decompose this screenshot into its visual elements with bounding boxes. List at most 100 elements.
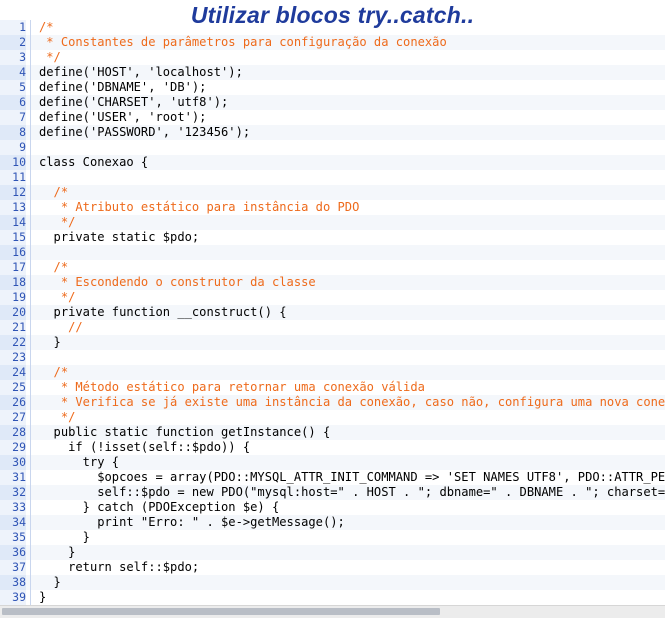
code-text: * Constantes de parâmetros para configur…: [39, 35, 447, 49]
code-text: define('USER', 'root');: [39, 110, 207, 124]
line-number: 21: [0, 320, 26, 335]
code-text: * Atributo estático para instância do PD…: [39, 200, 360, 214]
code-line: 13 * Atributo estático para instância do…: [0, 200, 665, 215]
code-text: /*: [39, 20, 54, 34]
line-number: 39: [0, 590, 26, 605]
line-number: 11: [0, 170, 26, 185]
code-line: 27 */: [0, 410, 665, 425]
code-text: $opcoes = array(PDO::MYSQL_ATTR_INIT_COM…: [97, 470, 665, 484]
line-number: 28: [0, 425, 26, 440]
code-text: /*: [39, 365, 69, 379]
code-line: 11: [0, 170, 665, 185]
code-text: */: [39, 290, 76, 304]
code-line: 35 }: [0, 530, 665, 545]
line-number: 22: [0, 335, 26, 350]
code-text: class Conexao {: [39, 155, 149, 169]
code-text: }: [39, 575, 61, 589]
code-line: 21 //: [0, 320, 665, 335]
code-line: 8 define('PASSWORD', '123456');: [0, 125, 665, 140]
code-editor[interactable]: 1/* 2 * Constantes de parâmetros para con…: [0, 20, 665, 605]
code-line: 12 /*: [0, 185, 665, 200]
code-text: public static function getInstance() {: [39, 425, 331, 439]
line-number: 20: [0, 305, 26, 320]
code-line: 7 define('USER', 'root');: [0, 110, 665, 125]
line-number: 32: [0, 485, 26, 500]
code-line: 30 try {: [0, 455, 665, 470]
code-text: try {: [39, 455, 120, 469]
line-number: 6: [0, 95, 26, 110]
code-line: 6 define('CHARSET', 'utf8');: [0, 95, 665, 110]
code-text: return self::$pdo;: [39, 560, 200, 574]
line-number: 14: [0, 215, 26, 230]
code-line: 34 print "Erro: " . $e->getMessage();: [0, 515, 665, 530]
line-number: 17: [0, 260, 26, 275]
code-line: 14 */: [0, 215, 665, 230]
code-line: 9: [0, 140, 665, 155]
line-number: 7: [0, 110, 26, 125]
code-text: */: [39, 50, 61, 64]
line-number: 31: [0, 470, 26, 485]
line-number: 25: [0, 380, 26, 395]
code-line: 22 }: [0, 335, 665, 350]
code-line: 15 private static $pdo;: [0, 230, 665, 245]
code-text: }: [39, 590, 47, 604]
line-number: 18: [0, 275, 26, 290]
code-text: define('PASSWORD', '123456');: [39, 125, 251, 139]
code-text: print "Erro: " . $e->getMessage();: [39, 515, 345, 529]
line-number: 15: [0, 230, 26, 245]
code-line: 2 * Constantes de parâmetros para config…: [0, 35, 665, 50]
line-number: 12: [0, 185, 26, 200]
code-line: 24 /*: [0, 365, 665, 380]
code-text: }: [39, 545, 76, 559]
code-text: }: [39, 335, 61, 349]
line-number: 38: [0, 575, 26, 590]
line-number: 2: [0, 35, 26, 50]
horizontal-scrollbar[interactable]: [0, 605, 665, 618]
code-line: 37 return self::$pdo;: [0, 560, 665, 575]
line-number: 4: [0, 65, 26, 80]
code-text: */: [39, 410, 76, 424]
line-number: 26: [0, 395, 26, 410]
code-line: 10 class Conexao {: [0, 155, 665, 170]
scrollbar-thumb[interactable]: [2, 608, 440, 615]
line-number: 13: [0, 200, 26, 215]
code-line: 19 */: [0, 290, 665, 305]
line-number: 19: [0, 290, 26, 305]
code-text: define('DBNAME', 'DB');: [39, 80, 207, 94]
line-number: 5: [0, 80, 26, 95]
line-number: 10: [0, 155, 26, 170]
code-line: 31 $opcoes = array(PDO::MYSQL_ATTR_INIT_…: [0, 470, 665, 485]
code-text: //: [39, 320, 83, 334]
code-line: 26 * Verifica se já existe uma instância…: [0, 395, 665, 410]
code-line: 5 define('DBNAME', 'DB');: [0, 80, 665, 95]
line-number: 34: [0, 515, 26, 530]
code-line: 38 }: [0, 575, 665, 590]
code-text: * Escondendo o construtor da classe: [39, 275, 316, 289]
code-line: 18 * Escondendo o construtor da classe: [0, 275, 665, 290]
code-text: define('HOST', 'localhost');: [39, 65, 243, 79]
line-number: 30: [0, 455, 26, 470]
line-number: 27: [0, 410, 26, 425]
line-number: 29: [0, 440, 26, 455]
gutter-separator: [30, 20, 31, 605]
line-number: 8: [0, 125, 26, 140]
code-line: 25 * Método estático para retornar uma c…: [0, 380, 665, 395]
code-text: private function __construct() {: [39, 305, 287, 319]
line-number: 35: [0, 530, 26, 545]
line-number: 16: [0, 245, 26, 260]
code-text: }: [39, 530, 90, 544]
line-number: 3: [0, 50, 26, 65]
code-line: 33 } catch (PDOException $e) {: [0, 500, 665, 515]
code-line: 20 private function __construct() {: [0, 305, 665, 320]
code-line: 17 /*: [0, 260, 665, 275]
code-line: 1 /*: [0, 20, 665, 35]
line-number: 23: [0, 350, 26, 365]
code-line: 36 }: [0, 545, 665, 560]
line-number: 37: [0, 560, 26, 575]
code-text: define('CHARSET', 'utf8');: [39, 95, 229, 109]
code-text: * Verifica se já existe uma instância da…: [39, 395, 665, 409]
code-line: 29 if (!isset(self::$pdo)) {: [0, 440, 665, 455]
code-text: * Método estático para retornar uma cone…: [39, 380, 425, 394]
line-number: 36: [0, 545, 26, 560]
code-line: 4 define('HOST', 'localhost');: [0, 65, 665, 80]
